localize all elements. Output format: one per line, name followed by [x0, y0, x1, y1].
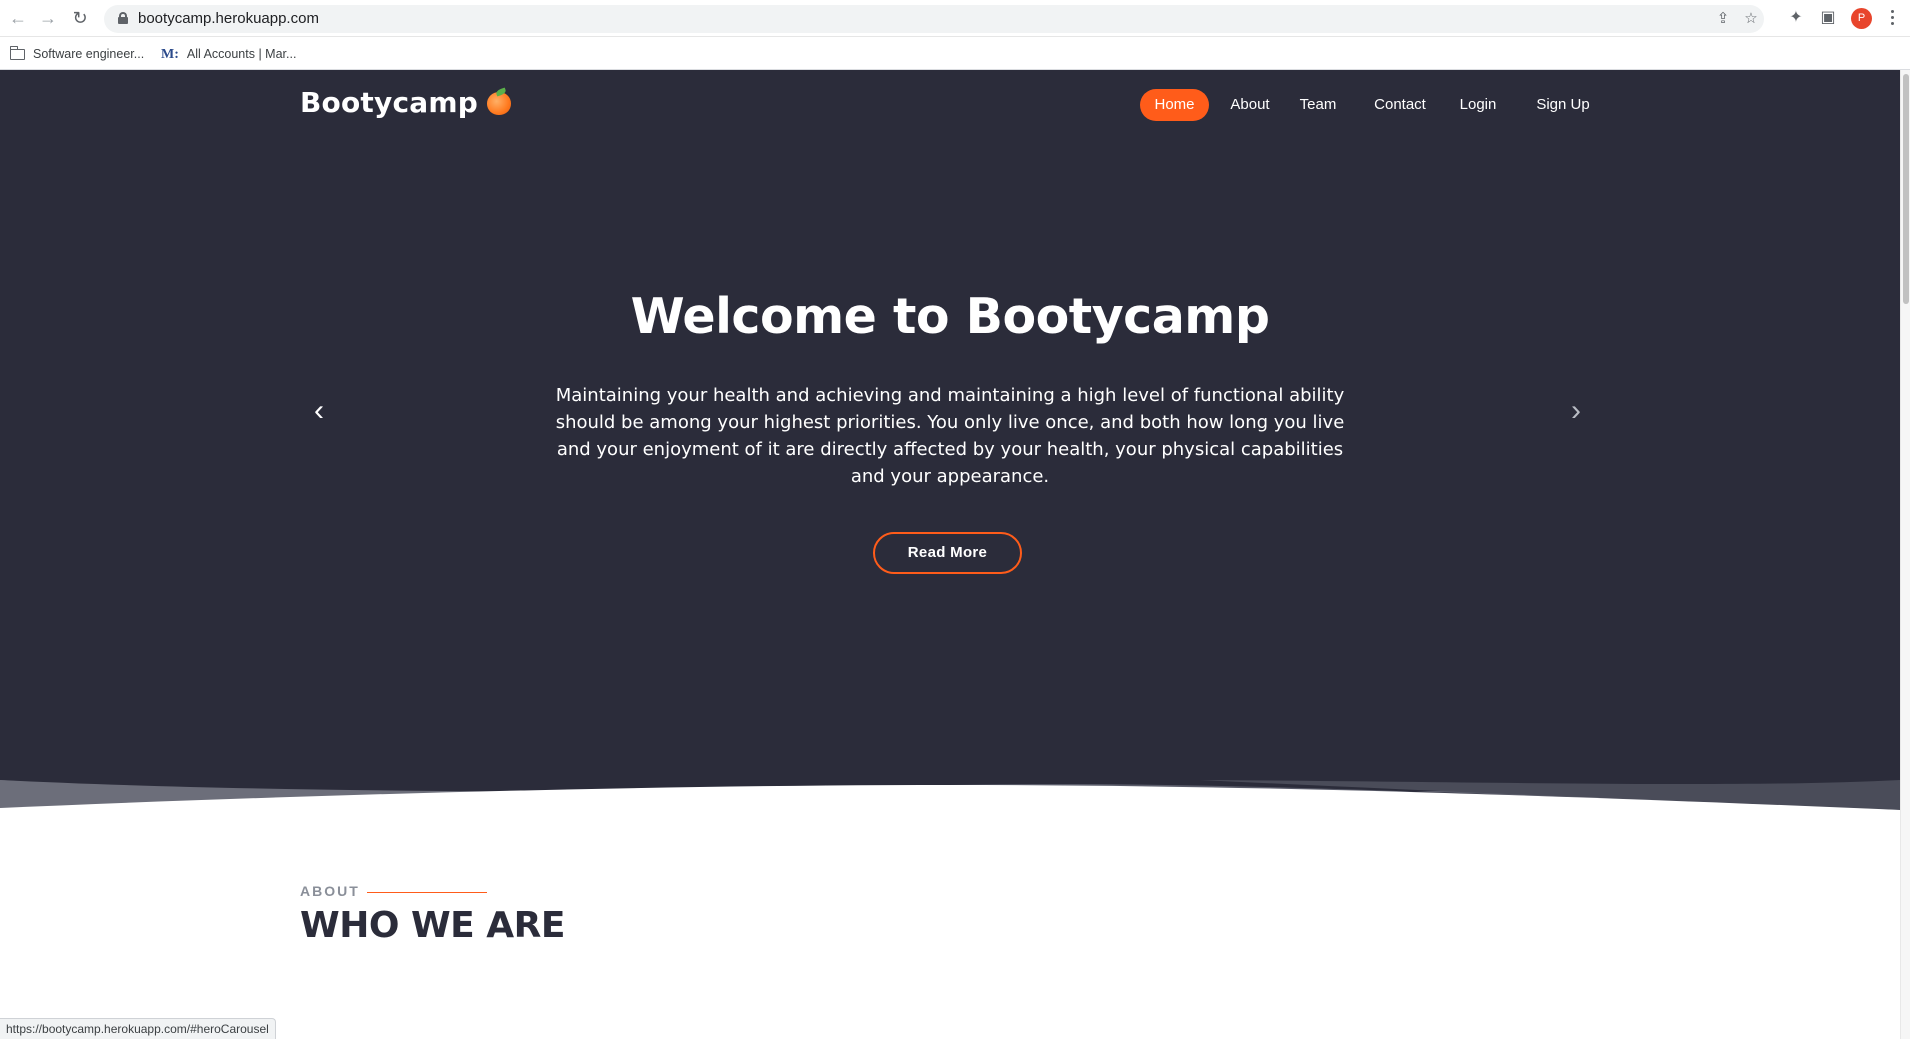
link-status-bar: https://bootycamp.herokuapp.com/#heroCar… [0, 1018, 276, 1039]
browser-toolbar: ← → ↻ bootycamp.herokuapp.com ⇪ ☆ ✦ ▣ P [0, 0, 1910, 37]
m-logo-icon: M: [161, 47, 179, 62]
browser-menu-icon[interactable] [1888, 8, 1896, 28]
nav-home[interactable]: Home [1140, 89, 1209, 121]
peach-icon [486, 87, 512, 115]
carousel-next-icon[interactable]: › [1564, 396, 1588, 426]
bookmark-software-engineer[interactable]: Software engineer... [9, 45, 145, 63]
hero-wave-divider [0, 740, 1900, 880]
reload-icon[interactable]: ↻ [70, 8, 90, 28]
nav-sign-up[interactable]: Sign Up [1528, 89, 1598, 121]
forward-arrow-icon[interactable]: → [38, 8, 58, 28]
carousel-prev-icon[interactable]: ‹ [307, 396, 331, 426]
extensions-icon[interactable]: ✦ [1786, 8, 1806, 28]
scrollbar-thumb[interactable] [1903, 74, 1909, 304]
nav-team[interactable]: Team [1293, 89, 1343, 121]
folder-icon [9, 46, 25, 61]
bookmark-label: Software engineer... [33, 47, 145, 61]
read-more-button[interactable]: Read More [873, 532, 1022, 574]
back-arrow-icon[interactable]: ← [8, 8, 28, 28]
lock-icon [118, 12, 128, 24]
hero-title: Welcome to Bootycamp [630, 288, 1270, 345]
bookmarks-bar: Software engineer... M: All Accounts | Ma… [0, 37, 1910, 70]
bookmark-label: All Accounts | Mar... [186, 47, 297, 61]
hero-section: Bootycamp Home About Team Contact Login … [0, 70, 1900, 808]
nav-login[interactable]: Login [1453, 89, 1503, 121]
profile-avatar[interactable]: P [1851, 8, 1872, 29]
about-label: ABOUT [300, 883, 360, 899]
nav-contact[interactable]: Contact [1368, 89, 1432, 121]
hero-text: Maintaining your health and achieving an… [555, 385, 1345, 487]
about-accent-line [367, 892, 487, 893]
side-panel-icon[interactable]: ▣ [1818, 8, 1838, 28]
url-text[interactable]: bootycamp.herokuapp.com [138, 10, 319, 27]
page-scrollbar[interactable] [1900, 70, 1910, 1039]
about-title: WHO WE ARE [300, 905, 565, 946]
nav-about[interactable]: About [1220, 89, 1280, 121]
bookmark-all-accounts[interactable]: M: All Accounts | Mar... [161, 45, 296, 63]
bookmark-star-icon[interactable]: ☆ [1742, 10, 1760, 28]
site-logo[interactable]: Bootycamp [300, 86, 512, 119]
share-icon[interactable]: ⇪ [1714, 10, 1732, 28]
address-bar[interactable]: bootycamp.herokuapp.com ⇪ ☆ [104, 5, 1764, 33]
page-viewport: Bootycamp Home About Team Contact Login … [0, 70, 1900, 1039]
logo-text: Bootycamp [300, 86, 478, 119]
